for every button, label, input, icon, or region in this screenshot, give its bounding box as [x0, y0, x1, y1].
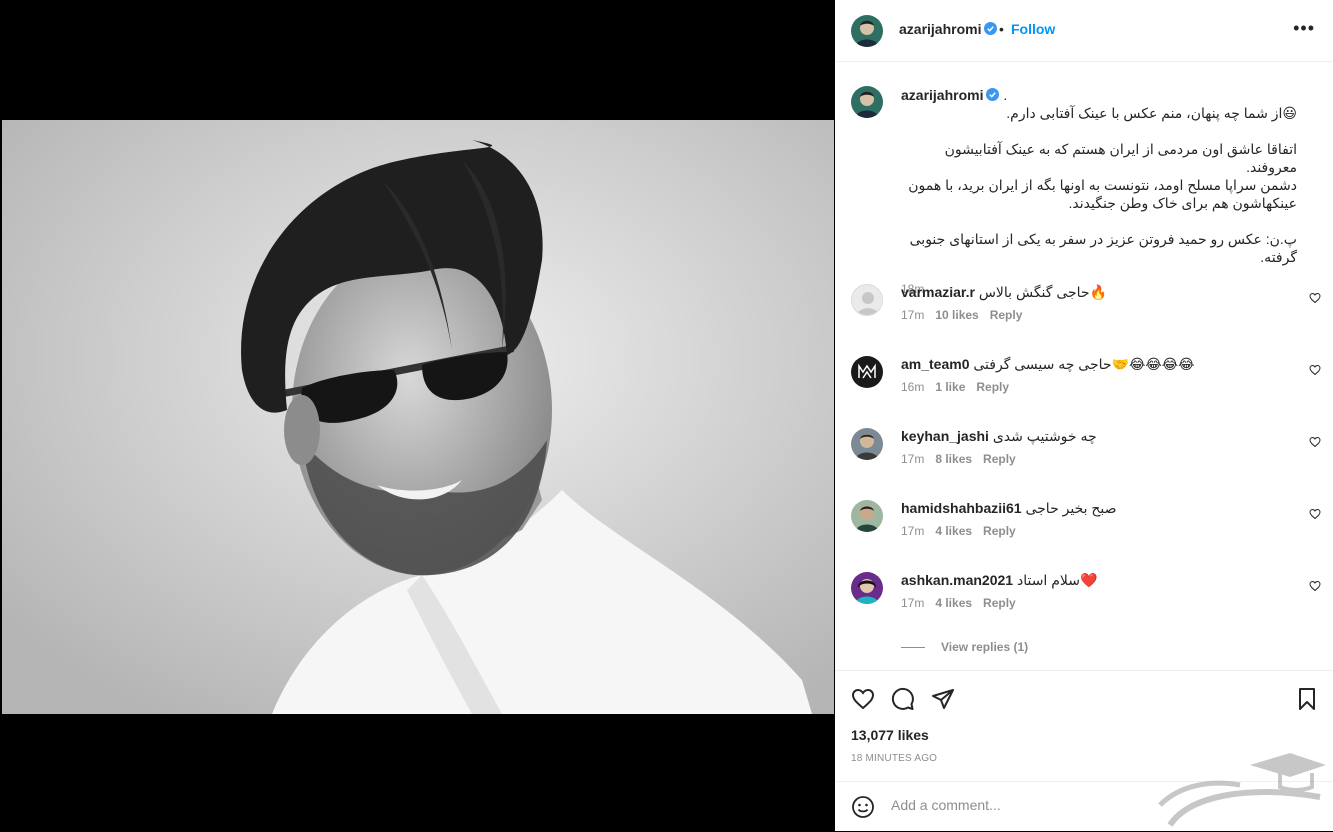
comment-likes[interactable]: 1 like [935, 380, 965, 394]
caption-username[interactable]: azarijahromi [901, 87, 983, 103]
comment-time: 16m [901, 380, 925, 394]
comments-scroll-area[interactable]: azarijahromi . 😃از شما چه پنهان، منم عکس… [835, 62, 1333, 670]
comment-username[interactable]: am_team0 [901, 356, 970, 372]
comment-item: varmaziar.r حاجی گنگش بالاس🔥 17m 10 likes… [835, 284, 1333, 356]
comment-meta: 17m 4 likes Reply [901, 596, 1027, 610]
caption-avatar[interactable] [851, 86, 883, 118]
verified-badge-icon [984, 22, 998, 35]
comment-like-heart-icon[interactable] [1309, 364, 1321, 376]
post-details-panel: azarijahromi • Follow ••• azarijahromi .… [835, 0, 1333, 831]
comment-time: 17m [901, 596, 925, 610]
comment-meta: 17m 4 likes Reply [901, 524, 1027, 538]
comment-text: سلام استاد❤️ [1016, 572, 1098, 588]
comment-like-heart-icon[interactable] [1309, 580, 1321, 592]
caption-trail: . [1003, 87, 1008, 103]
comment-line: hamidshahbazii61 صبح بخیر حاجی [901, 500, 1291, 517]
comment-line: am_team0 حاجی چه سیسی گرفتی🤝😂😂😂😂 [901, 356, 1291, 373]
comment-username[interactable]: varmaziar.r [901, 284, 975, 300]
comment-item: ashkan.man2021 سلام استاد❤️ 17m 4 likes Re… [835, 572, 1333, 644]
comment-likes[interactable]: 8 likes [935, 452, 972, 466]
watermark-logo [1158, 753, 1326, 827]
author-username[interactable]: azarijahromi [899, 21, 981, 37]
comment-meta: 17m 8 likes Reply [901, 452, 1027, 466]
comment-text: حاجی گنگش بالاس🔥 [978, 284, 1108, 300]
comment-avatar[interactable] [851, 428, 883, 460]
comment-item: keyhan_jashi چه خوشتیپ شدی 17m 8 likes Rep… [835, 428, 1333, 500]
comment-time: 17m [901, 308, 925, 322]
post-media-area [0, 0, 834, 831]
post-time-ago: 18 MINUTES AGO [851, 753, 938, 764]
emoji-icon[interactable] [851, 795, 875, 819]
comment-username[interactable]: hamidshahbazii61 [901, 500, 1022, 516]
follow-button[interactable]: Follow [1011, 21, 1055, 37]
comment-text: حاجی چه سیسی گرفتی🤝😂😂😂😂 [973, 356, 1195, 372]
separator-dot: • [999, 21, 1004, 37]
comment-like-heart-icon[interactable] [1309, 292, 1321, 304]
like-heart-icon[interactable] [851, 687, 875, 711]
portrait-illustration [2, 120, 834, 714]
caption-block: azarijahromi . 😃از شما چه پنهان، منم عکس… [901, 86, 1297, 298]
reply-button[interactable]: Reply [983, 596, 1016, 610]
comment-time: 17m [901, 524, 925, 538]
save-bookmark-icon[interactable] [1295, 687, 1319, 711]
comment-likes[interactable]: 10 likes [935, 308, 978, 322]
view-replies-button[interactable]: View replies (1) [901, 640, 1028, 654]
verified-badge-icon [986, 88, 1000, 101]
comment-avatar[interactable] [851, 284, 883, 316]
comment-avatar[interactable] [851, 500, 883, 532]
comment-username[interactable]: keyhan_jashi [901, 428, 989, 444]
post-photo[interactable] [2, 120, 834, 714]
caption-header: azarijahromi . [901, 86, 1297, 104]
reply-button[interactable]: Reply [983, 524, 1016, 538]
comment-line: varmaziar.r حاجی گنگش بالاس🔥 [901, 284, 1291, 301]
likes-count[interactable]: 13,077 likes [851, 727, 929, 743]
comment-line: keyhan_jashi چه خوشتیپ شدی [901, 428, 1291, 445]
reply-button[interactable]: Reply [976, 380, 1009, 394]
comment-like-heart-icon[interactable] [1309, 508, 1321, 520]
comment-text: چه خوشتیپ شدی [992, 428, 1097, 444]
comment-icon[interactable] [891, 687, 915, 711]
comment-meta: 17m 10 likes Reply [901, 308, 1033, 322]
comment-text: صبح بخیر حاجی [1025, 500, 1117, 516]
comment-likes[interactable]: 4 likes [935, 596, 972, 610]
view-replies-label: View replies (1) [941, 640, 1029, 654]
comment-like-heart-icon[interactable] [1309, 436, 1321, 448]
comment-avatar[interactable] [851, 572, 883, 604]
comment-avatar[interactable] [851, 356, 883, 388]
reply-button[interactable]: Reply [983, 452, 1016, 466]
caption-text: 😃از شما چه پنهان، منم عکس با عینک آفتابی… [908, 105, 1297, 265]
comment-line: ashkan.man2021 سلام استاد❤️ [901, 572, 1291, 589]
replies-divider [901, 647, 925, 649]
comment-time: 17m [901, 452, 925, 466]
post-header: azarijahromi • Follow ••• [835, 0, 1333, 62]
author-name-row: azarijahromi [899, 21, 998, 39]
comment-item: am_team0 حاجی چه سیسی گرفتی🤝😂😂😂😂 16m 1 li… [835, 356, 1333, 428]
comment-item: hamidshahbazii61 صبح بخیر حاجی 17m 4 like… [835, 500, 1333, 572]
comment-username[interactable]: ashkan.man2021 [901, 572, 1013, 588]
share-icon[interactable] [931, 687, 955, 711]
comment-likes[interactable]: 4 likes [935, 524, 972, 538]
comment-meta: 16m 1 like Reply [901, 380, 1020, 394]
more-options-icon[interactable]: ••• [1293, 18, 1315, 39]
reply-button[interactable]: Reply [990, 308, 1023, 322]
author-avatar[interactable] [851, 15, 883, 47]
